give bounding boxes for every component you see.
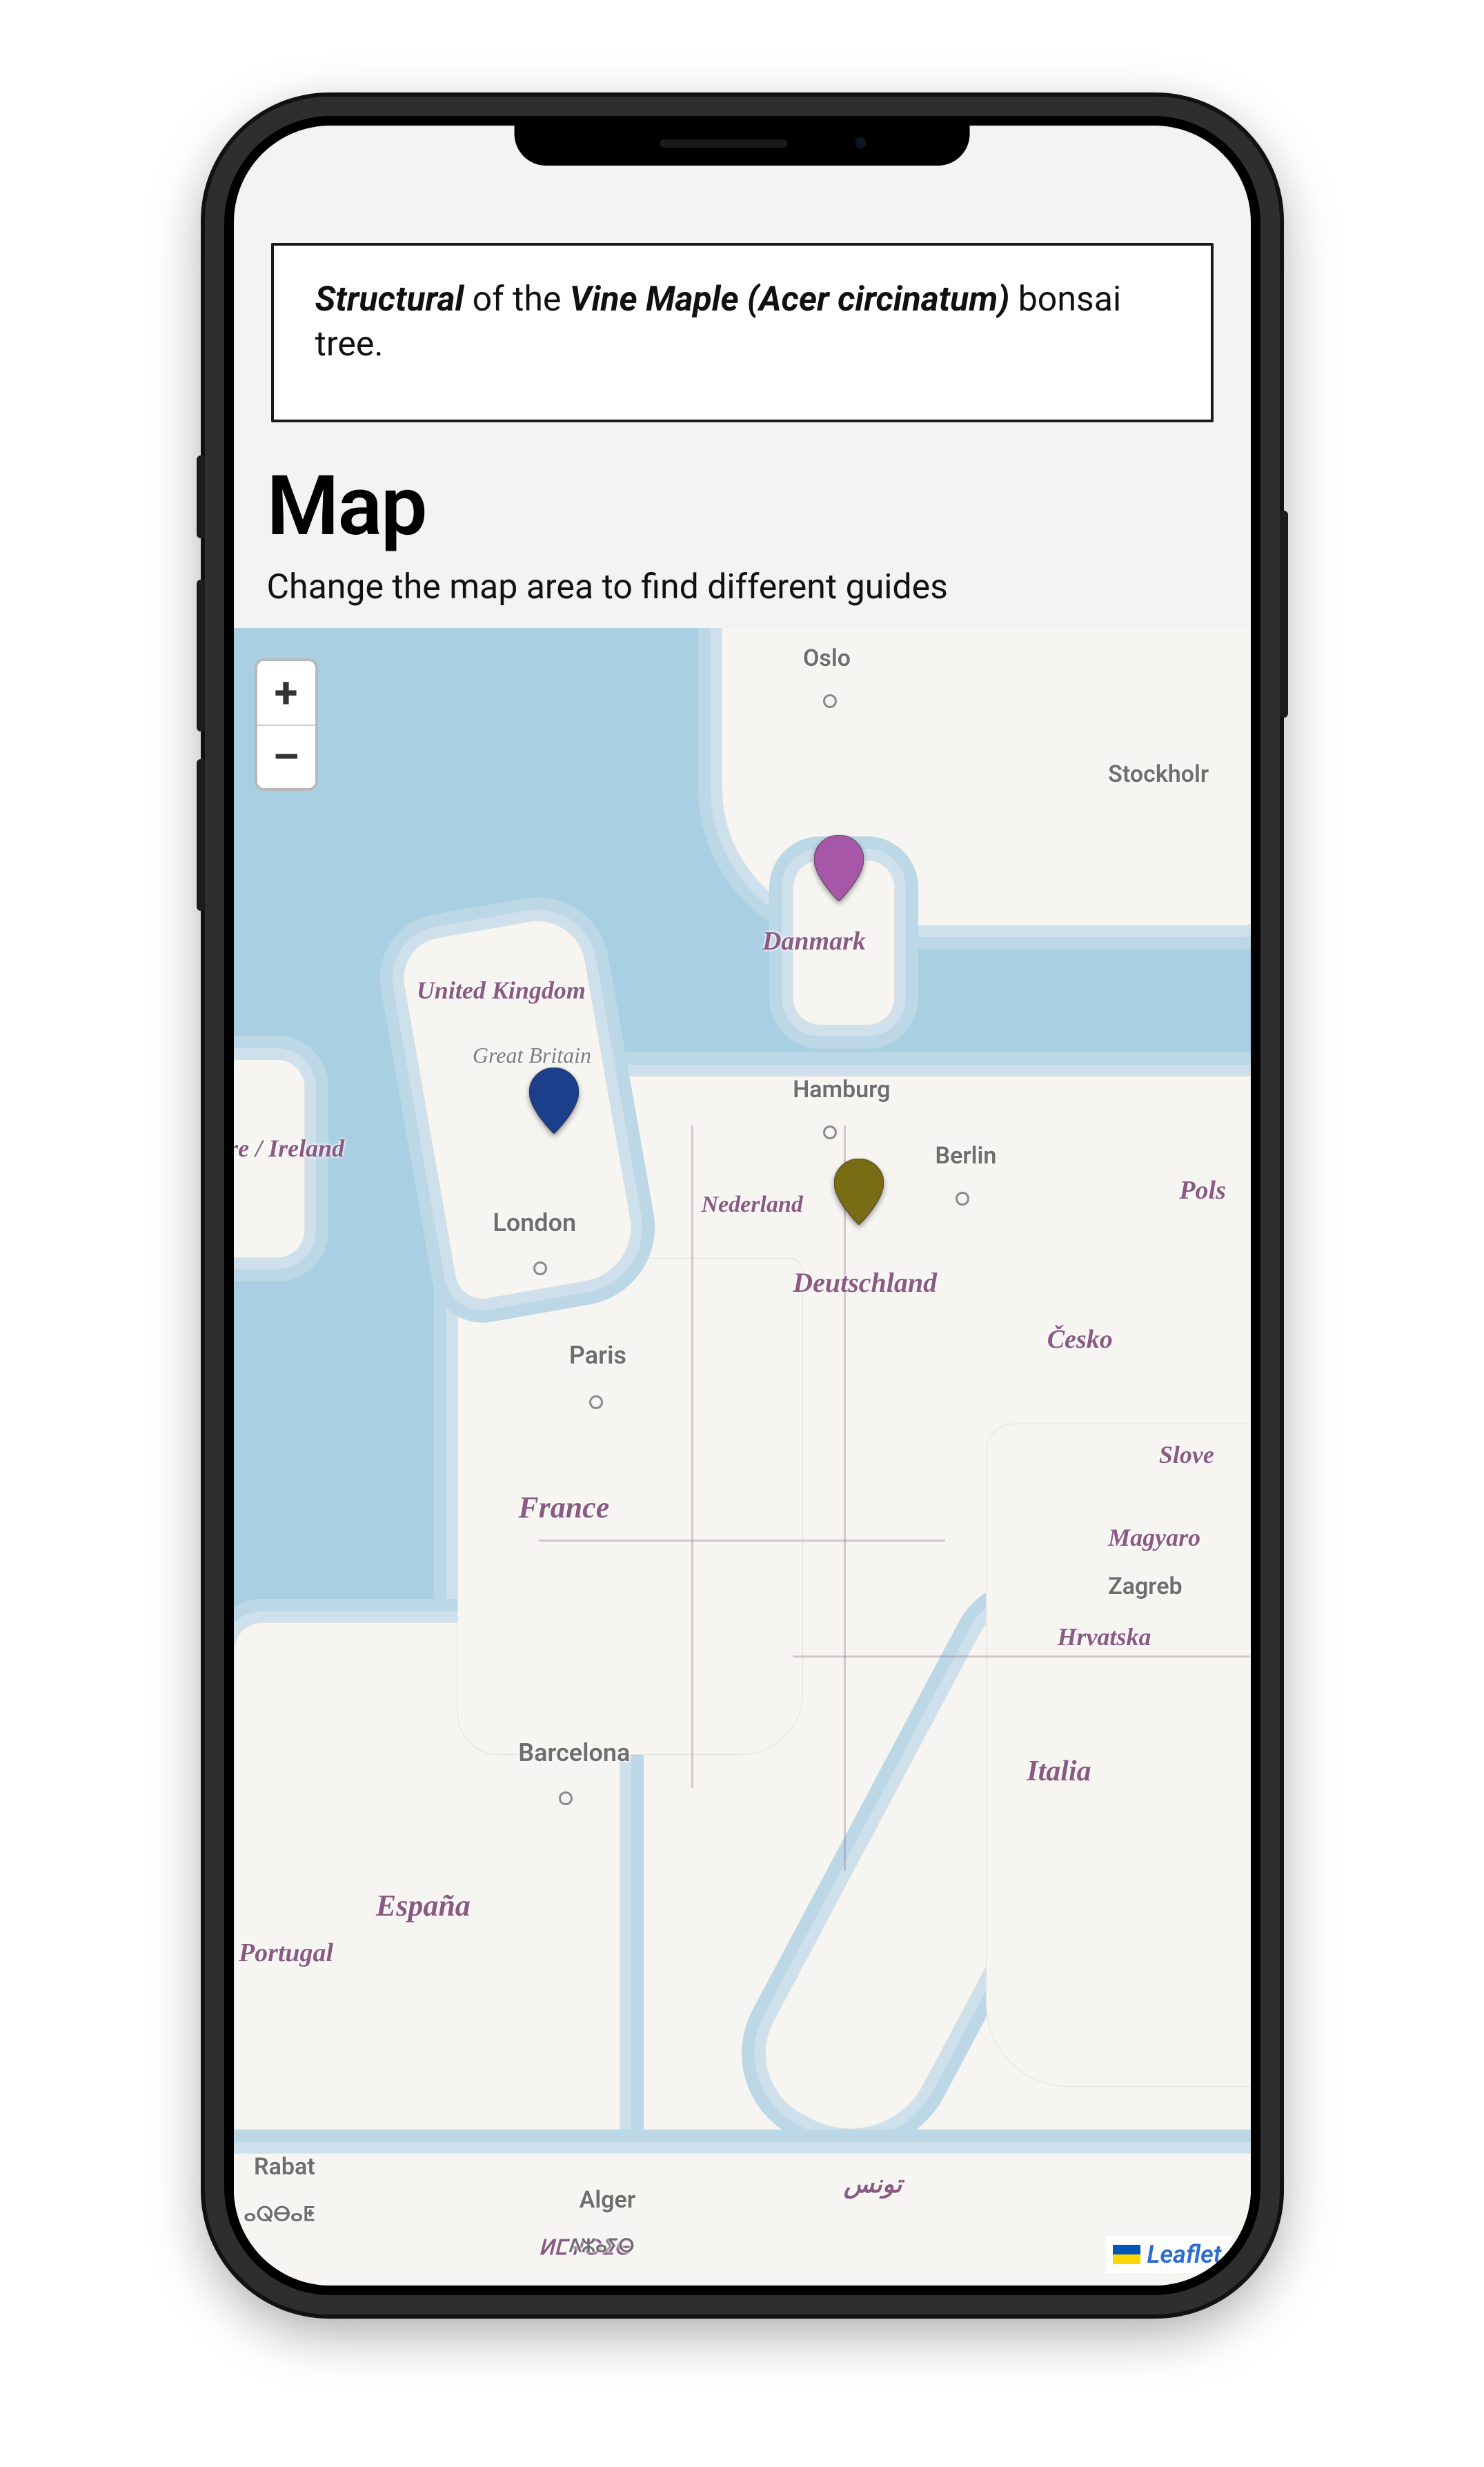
zoom-in-button[interactable]: +	[257, 661, 315, 725]
label-city-stockholm: Stockholr	[1108, 760, 1209, 788]
guide-callout-text: Structural of the Vine Maple (Acer circi…	[315, 277, 1169, 367]
label-city-alger: Alger	[580, 2186, 635, 2214]
label-country-it: Italia	[1027, 1755, 1091, 1788]
screen: Structural of the Vine Maple (Acer circi…	[234, 126, 1251, 2286]
label-city-oslo: Oslo	[803, 645, 851, 672]
section-subtitle: Change the map area to find different gu…	[267, 567, 1220, 607]
label-country-es: España	[376, 1888, 471, 1923]
label-city-london: London	[493, 1208, 576, 1237]
label-country-pl: Pols	[1179, 1175, 1226, 1206]
label-country-cz: Česko	[1047, 1324, 1113, 1355]
label-city-hamburg: Hamburg	[793, 1076, 890, 1103]
label-country-hu: Magyaro	[1108, 1523, 1200, 1552]
label-country-fr: France	[518, 1490, 609, 1525]
label-city-paris: Paris	[569, 1341, 626, 1370]
section-title: Map	[267, 458, 1220, 555]
city-dot-hamburg	[823, 1126, 837, 1139]
city-dot-london	[533, 1261, 547, 1275]
label-country-tn: تونس	[844, 2170, 902, 2199]
map[interactable]: United Kingdom Great Britain re / Irelan…	[234, 628, 1251, 2286]
label-region-gb: Great Britain	[473, 1043, 591, 1068]
zoom-out-button[interactable]: –	[257, 725, 315, 788]
label-country-denmark: Danmark	[762, 926, 866, 956]
label-country-nl: Nederland	[702, 1192, 803, 1218]
label-city-barcelona: Barcelona	[518, 1738, 630, 1767]
label-country-uk: United Kingdom	[417, 976, 586, 1005]
uk-pin[interactable]	[529, 1068, 579, 1134]
label-city-zagreb: Zagreb	[1108, 1573, 1183, 1600]
label-country-de: Deutschland	[793, 1266, 937, 1299]
map-zoom-control: + –	[255, 658, 318, 791]
label-city-berlin: Berlin	[936, 1142, 997, 1170]
label-city-rabat: Rabat	[254, 2153, 315, 2181]
label-country-pt: Portugal	[239, 1938, 333, 1968]
label-country-ireland: re / Ireland	[234, 1134, 345, 1163]
denmark-pin[interactable]	[814, 835, 864, 901]
phone-frame: Structural of the Vine Maple (Acer circi…	[205, 97, 1280, 2314]
label-country-hr: Hrvatska	[1057, 1622, 1151, 1651]
label-city-rabat-ar: ⴰⵕⴱⴰⵟ	[244, 2203, 315, 2225]
leaflet-link[interactable]: Leaflet	[1147, 2240, 1222, 2269]
city-dot-berlin	[956, 1192, 969, 1206]
map-attribution: Leaflet	[1106, 2236, 1231, 2273]
guide-callout-card[interactable]: Structural of the Vine Maple (Acer circi…	[271, 243, 1214, 422]
ukraine-flag-icon	[1113, 2245, 1140, 2264]
label-country-si: Slove	[1159, 1440, 1214, 1469]
device-notch	[514, 116, 970, 166]
label-city-alger-ar: ⴷⵣⴰⵢⵔ	[569, 2236, 635, 2257]
germany-pin[interactable]	[834, 1159, 884, 1225]
map-container: United Kingdom Great Britain re / Irelan…	[234, 628, 1251, 2286]
